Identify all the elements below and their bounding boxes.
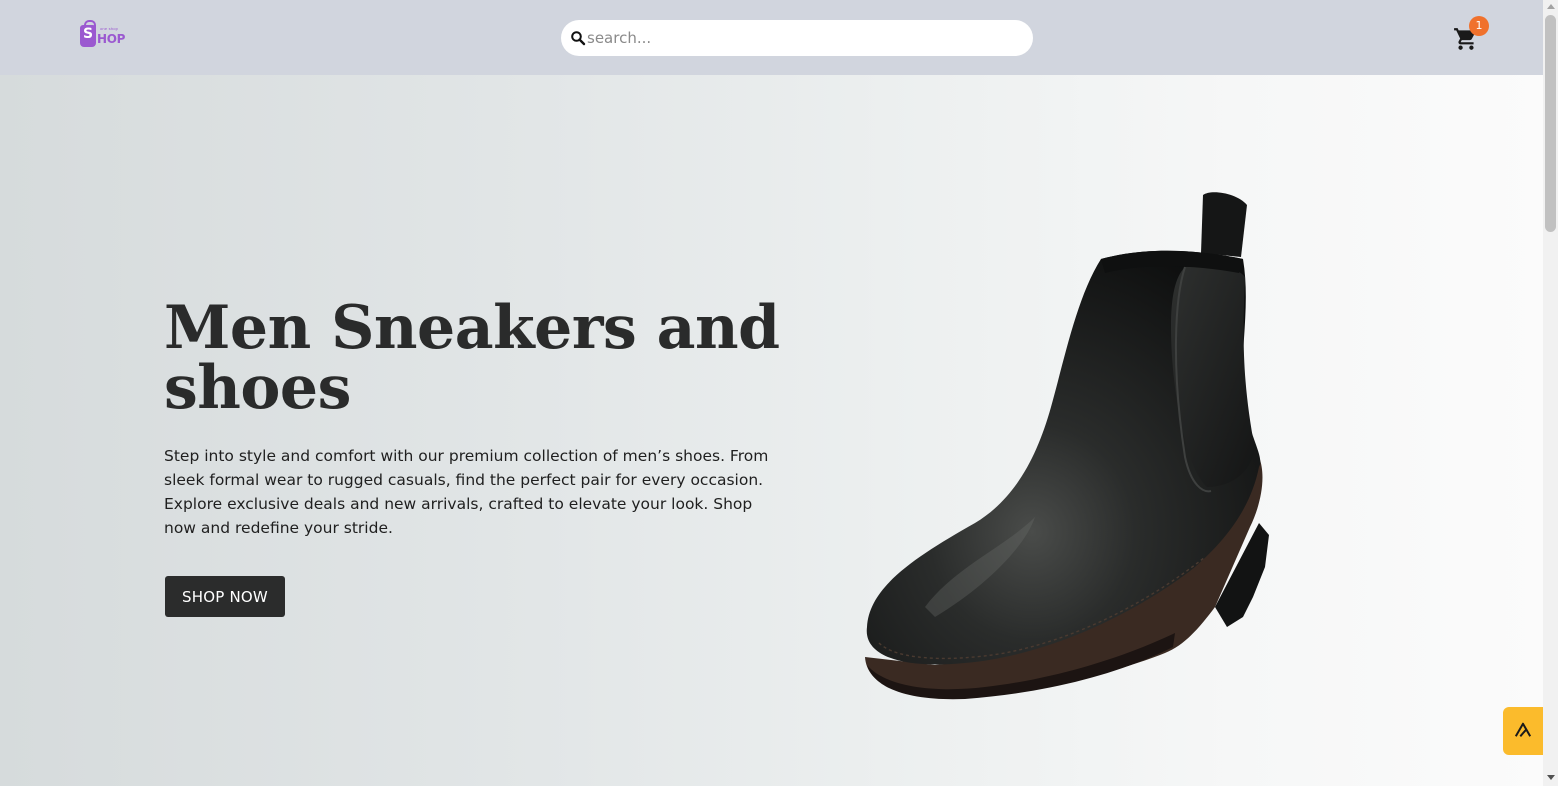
logo-text: HOP <box>97 32 126 46</box>
hero-banner: Men Sneakers and shoes Step into style a… <box>0 75 1543 786</box>
page: S one shop HOP 1 Men Sneakers and shoes … <box>0 0 1558 786</box>
logo-tagline: one shop <box>100 26 119 31</box>
shop-now-button[interactable]: SHOP NOW <box>165 576 285 617</box>
site-header: S one shop HOP 1 <box>0 0 1543 75</box>
scroll-up-arrow-icon[interactable] <box>1547 4 1555 9</box>
shop-logo[interactable]: S one shop HOP <box>80 20 128 50</box>
search-icon[interactable] <box>570 30 586 46</box>
search-input[interactable] <box>587 20 1017 56</box>
hero-description: Step into style and comfort with our pre… <box>164 447 769 537</box>
scroll-down-arrow-icon[interactable] <box>1547 775 1555 780</box>
cart-count-badge: 1 <box>1469 16 1489 36</box>
logo-initial: S <box>83 26 94 42</box>
chelsea-boot-image <box>865 192 1269 700</box>
search-bar <box>561 20 1033 56</box>
assistant-logo-icon <box>1514 722 1532 737</box>
vertical-scrollbar[interactable] <box>1543 0 1558 786</box>
scrollbar-thumb[interactable] <box>1545 15 1556 232</box>
assistant-widget-button[interactable] <box>1503 707 1543 755</box>
hero-title: Men Sneakers and shoes <box>164 293 780 423</box>
